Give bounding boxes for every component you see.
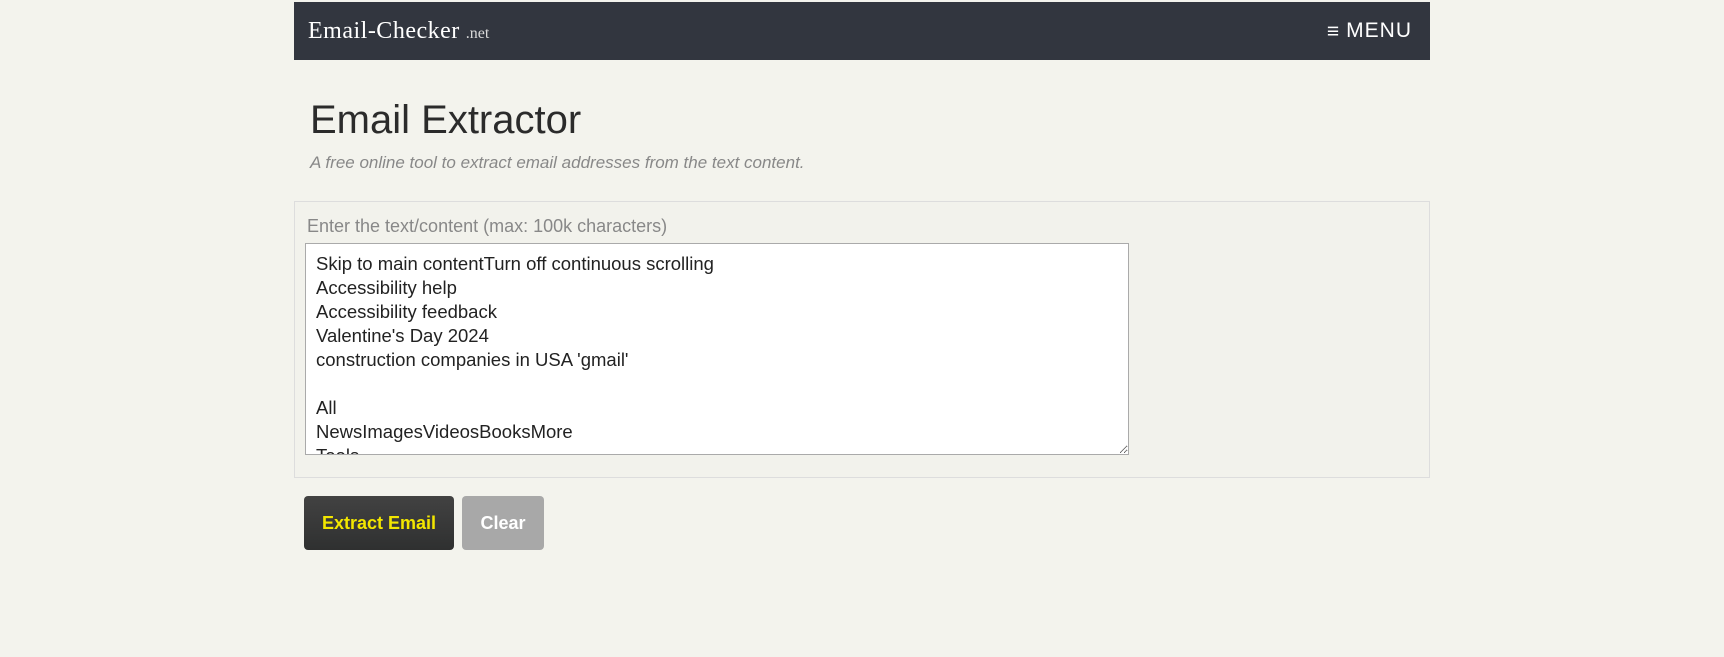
content-textarea[interactable] <box>305 243 1129 455</box>
textarea-label: Enter the text/content (max: 100k charac… <box>307 216 1419 237</box>
page-title: Email Extractor <box>310 98 1430 143</box>
main-container: Email Extractor A free online tool to ex… <box>294 60 1430 550</box>
menu-label: MENU <box>1346 19 1412 43</box>
extract-email-button[interactable]: Extract Email <box>304 496 454 550</box>
button-row: Extract Email Clear <box>304 496 1430 550</box>
logo-main-text: Email-Checker <box>308 18 460 45</box>
logo[interactable]: Email-Checker .net <box>308 18 489 45</box>
topbar: Email-Checker .net ≡ MENU <box>294 2 1430 60</box>
logo-suffix-text: .net <box>466 25 490 43</box>
clear-button[interactable]: Clear <box>462 496 544 550</box>
page-head: Email Extractor A free online tool to ex… <box>294 60 1430 201</box>
hamburger-icon: ≡ <box>1327 21 1340 42</box>
menu-button[interactable]: ≡ MENU <box>1327 19 1412 43</box>
input-panel: Enter the text/content (max: 100k charac… <box>294 201 1430 478</box>
page-subtitle: A free online tool to extract email addr… <box>310 153 1430 173</box>
